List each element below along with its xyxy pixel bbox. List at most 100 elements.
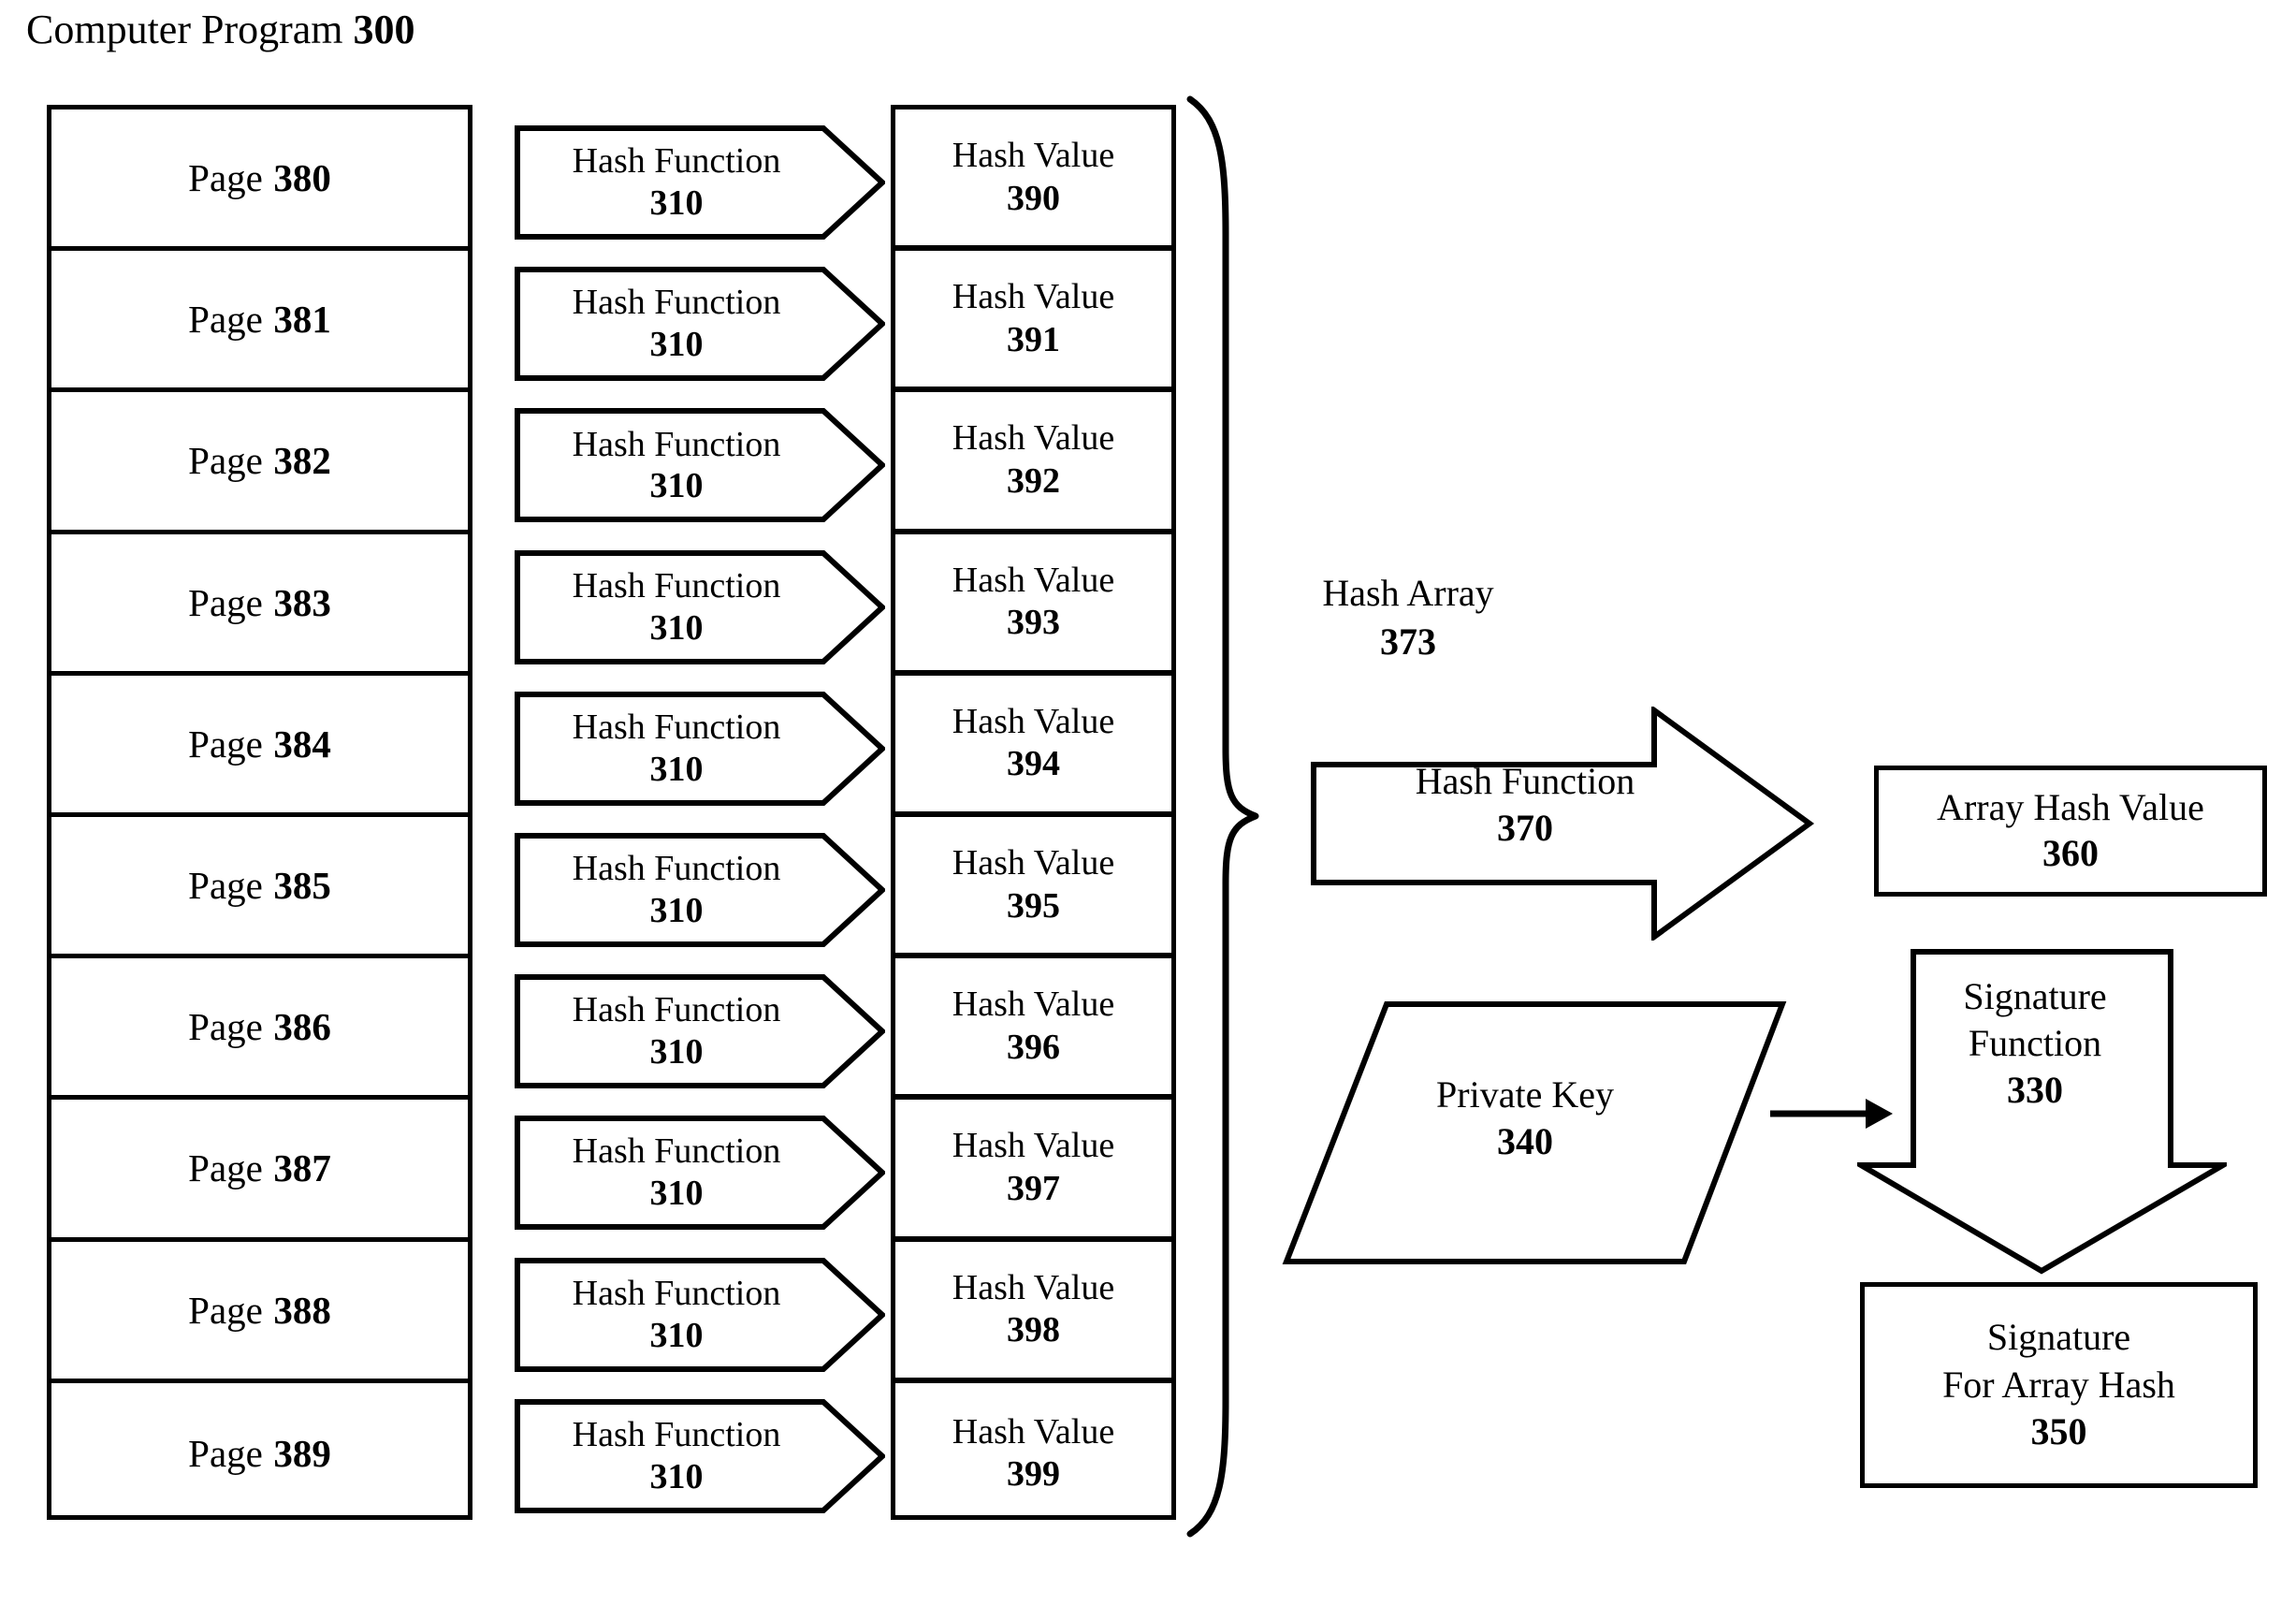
hash-array-number: 373 — [1380, 620, 1436, 663]
hash-value-cell[interactable]: Hash Value 399 — [895, 1383, 1171, 1525]
page-cell-number: 383 — [273, 580, 331, 624]
page-cell[interactable]: Page 386 — [51, 958, 468, 1101]
page-cell-number: 382 — [273, 439, 331, 483]
page-cell-number: 389 — [273, 1432, 331, 1476]
hash-value-cell[interactable]: Hash Value 398 — [895, 1242, 1171, 1383]
hash-function-slot: Hash Function 310 — [515, 1237, 889, 1379]
hash-function-number: 310 — [649, 607, 704, 648]
hash-function-label: Hash Function — [572, 849, 781, 889]
hash-value-number: 392 — [1007, 460, 1060, 501]
page-cell-number: 386 — [273, 1005, 331, 1049]
hash-value-number: 396 — [1007, 1027, 1060, 1067]
hash-function-370-label: Hash Function — [1415, 760, 1635, 802]
hash-function-number: 310 — [649, 1174, 704, 1214]
page-cell-label: Page — [188, 1288, 263, 1332]
hash-function-label-group: Hash Function 310 — [522, 1116, 831, 1230]
page-cell[interactable]: Page 382 — [51, 392, 468, 534]
page-cell-label: Page — [188, 1432, 263, 1476]
signature-number: 350 — [2030, 1410, 2087, 1453]
signature-function-number: 330 — [2007, 1069, 2063, 1111]
page-cell[interactable]: Page 389 — [51, 1383, 468, 1525]
private-key-number: 340 — [1497, 1120, 1553, 1162]
hash-value-label: Hash Value — [952, 985, 1115, 1025]
hash-value-number: 395 — [1007, 885, 1060, 926]
hash-value-cell[interactable]: Hash Value 392 — [895, 392, 1171, 534]
hash-value-cell[interactable]: Hash Value 395 — [895, 817, 1171, 959]
signature-for-array-hash-box[interactable]: Signature For Array Hash 350 — [1860, 1282, 2258, 1488]
hash-value-cell[interactable]: Hash Value 394 — [895, 676, 1171, 817]
page-cell-number: 385 — [273, 864, 331, 908]
hash-function-label: Hash Function — [572, 990, 781, 1030]
curly-brace-icon — [1177, 94, 1261, 1539]
page-cell[interactable]: Page 387 — [51, 1100, 468, 1242]
hash-function-370-number: 370 — [1497, 807, 1553, 849]
hash-function-number: 310 — [649, 325, 704, 365]
hash-function-slot: Hash Function 310 — [515, 812, 889, 954]
hash-function-370-label-group: Hash Function 370 — [1324, 758, 1726, 852]
hash-function-number: 310 — [649, 183, 704, 223]
hash-value-cell[interactable]: Hash Value 391 — [895, 251, 1171, 393]
hash-value-cell[interactable]: Hash Value 396 — [895, 958, 1171, 1101]
hash-function-column: Hash Function 310 Hash Function 310 Hash… — [515, 105, 889, 1520]
hash-function-slot: Hash Function 310 — [515, 105, 889, 246]
page-cell[interactable]: Page 381 — [51, 251, 468, 393]
hash-function-number: 310 — [649, 1032, 704, 1072]
page-cell-label: Page — [188, 1146, 263, 1190]
hash-value-number: 391 — [1007, 319, 1060, 359]
hash-function-label: Hash Function — [572, 283, 781, 323]
array-hash-value-number: 360 — [2042, 832, 2099, 874]
figure-title-text: Computer Program — [26, 7, 343, 52]
hash-function-label: Hash Function — [572, 1273, 781, 1313]
hash-function-number: 310 — [649, 466, 704, 506]
page-cell[interactable]: Page 383 — [51, 534, 468, 676]
hash-value-cell[interactable]: Hash Value 397 — [895, 1100, 1171, 1242]
page-cell-label: Page — [188, 156, 263, 200]
signature-function-label-group: Signature Function 330 — [1890, 973, 2180, 1114]
page-cell-number: 384 — [273, 722, 331, 766]
figure-canvas: Computer Program 300 Page 380 Page 381 P… — [0, 0, 2296, 1605]
hash-value-cell[interactable]: Hash Value 390 — [895, 109, 1171, 252]
hash-array-label: Hash Array 373 — [1268, 569, 1548, 666]
hash-value-number: 399 — [1007, 1454, 1060, 1495]
page-cell[interactable]: Page 380 — [51, 109, 468, 252]
hash-function-number: 310 — [649, 749, 704, 789]
hash-function-label-group: Hash Function 310 — [522, 408, 831, 522]
hash-value-number: 398 — [1007, 1310, 1060, 1350]
signature-function-label-line1: Signature — [1963, 975, 2107, 1017]
hash-function-slot: Hash Function 310 — [515, 387, 889, 529]
hash-array-label-text: Hash Array — [1322, 572, 1494, 614]
hash-function-slot: Hash Function 310 — [515, 1379, 889, 1520]
hash-value-label: Hash Value — [952, 418, 1115, 459]
page-cell-label: Page — [188, 298, 263, 342]
signature-label-line1: Signature — [1986, 1315, 2131, 1358]
pages-column: Page 380 Page 381 Page 382 Page 383 Page… — [47, 105, 472, 1520]
hash-value-label: Hash Value — [952, 1126, 1115, 1166]
hash-value-number: 394 — [1007, 744, 1060, 784]
signature-label-line2: For Array Hash — [1942, 1363, 2175, 1406]
page-cell[interactable]: Page 388 — [51, 1242, 468, 1383]
hash-function-slot: Hash Function 310 — [515, 671, 889, 812]
signature-function-label-line2: Function — [1968, 1022, 2102, 1064]
hash-function-label-group: Hash Function 310 — [522, 267, 831, 381]
hash-function-label: Hash Function — [572, 424, 781, 464]
hash-value-number: 397 — [1007, 1168, 1060, 1208]
page-cell-number: 381 — [273, 298, 331, 342]
private-key-label: Private Key — [1436, 1073, 1614, 1116]
private-key-label-group: Private Key 340 — [1338, 1072, 1712, 1165]
array-hash-value-box[interactable]: Array Hash Value 360 — [1874, 766, 2267, 897]
hash-value-label: Hash Value — [952, 136, 1115, 175]
page-cell-label: Page — [188, 864, 263, 908]
page-cell-number: 387 — [273, 1146, 331, 1190]
hash-function-label: Hash Function — [572, 1131, 781, 1172]
page-cell-label: Page — [188, 722, 263, 766]
page-cell[interactable]: Page 385 — [51, 817, 468, 959]
page-cell-label: Page — [188, 580, 263, 624]
page-cell[interactable]: Page 384 — [51, 676, 468, 817]
hash-function-label-group: Hash Function 310 — [522, 692, 831, 806]
hash-value-label: Hash Value — [952, 842, 1115, 883]
hash-value-label: Hash Value — [952, 277, 1115, 317]
page-cell-number: 380 — [273, 156, 331, 200]
hash-value-cell[interactable]: Hash Value 393 — [895, 534, 1171, 676]
page-cell-label: Page — [188, 1005, 263, 1049]
hash-function-number: 310 — [649, 1456, 704, 1496]
